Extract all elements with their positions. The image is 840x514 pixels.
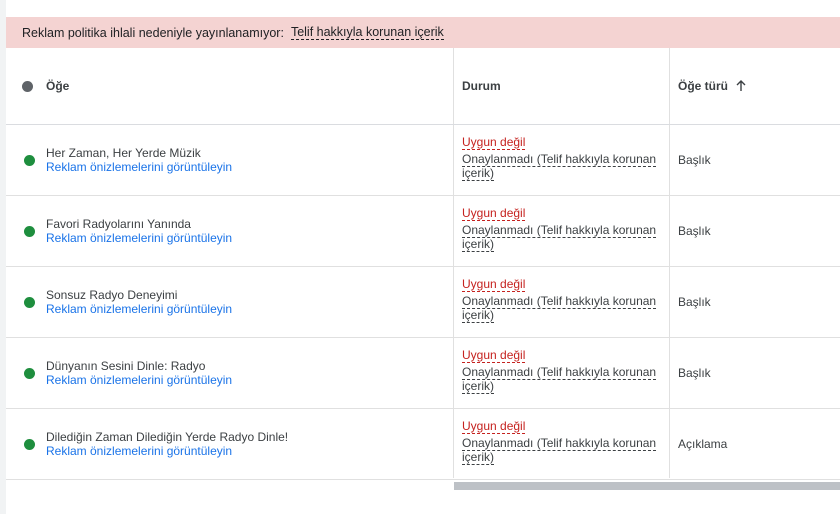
item-name: Dünyanın Sesini Dinle: Radyo — [46, 359, 206, 373]
item-name: Sonsuz Radyo Deneyimi — [46, 288, 178, 302]
preview-link[interactable]: Reklam önizlemelerini görüntüleyin — [46, 444, 232, 458]
item-cell: Sonsuz Radyo Deneyimi Reklam önizlemeler… — [22, 267, 452, 337]
column-header-status-label: Durum — [462, 79, 501, 93]
table-row: Her Zaman, Her Yerde Müzik Reklam önizle… — [6, 125, 840, 196]
item-cell: Favori Radyolarını Yanında Reklam önizle… — [22, 196, 452, 266]
column-header-item-type-label: Öğe türü — [678, 79, 728, 93]
preview-link[interactable]: Reklam önizlemelerini görüntüleyin — [46, 373, 232, 387]
table-row: Dünyanın Sesini Dinle: Radyo Reklam öniz… — [6, 338, 840, 409]
status-cell: Uygun değil Onaylanmadı (Telif hakkıyla … — [462, 267, 667, 337]
column-header-item-type[interactable]: Öğe türü — [678, 48, 748, 124]
status-text[interactable]: Uygun değil — [462, 277, 526, 292]
table-header: Öğe Durum Öğe türü — [6, 48, 840, 125]
item-type: Açıklama — [678, 437, 728, 451]
type-cell: Açıklama — [678, 409, 838, 479]
arrow-up-icon[interactable] — [734, 79, 748, 93]
item-cell: Dünyanın Sesini Dinle: Radyo Reklam öniz… — [22, 338, 452, 408]
status-dot-icon — [24, 155, 35, 166]
preview-link[interactable]: Reklam önizlemelerini görüntüleyin — [46, 160, 232, 174]
item-type: Başlık — [678, 224, 711, 238]
status-reason[interactable]: Onaylanmadı (Telif hakkıyla korunan içer… — [462, 223, 657, 252]
status-dot-icon — [24, 368, 35, 379]
item-type: Başlık — [678, 366, 711, 380]
preview-link[interactable]: Reklam önizlemelerini görüntüleyin — [46, 231, 232, 245]
policy-violation-banner: Reklam politika ihlali nedeniyle yayınla… — [6, 17, 840, 48]
status-dot-icon — [24, 226, 35, 237]
column-header-item[interactable]: Öğe — [22, 48, 69, 124]
item-cell: Her Zaman, Her Yerde Müzik Reklam önizle… — [22, 125, 452, 195]
status-cell: Uygun değil Onaylanmadı (Telif hakkıyla … — [462, 196, 667, 266]
item-name: Dilediğin Zaman Dilediğin Yerde Radyo Di… — [46, 430, 289, 444]
status-text[interactable]: Uygun değil — [462, 348, 526, 363]
status-dot-icon — [24, 439, 35, 450]
status-cell: Uygun değil Onaylanmadı (Telif hakkıyla … — [462, 125, 667, 195]
item-type: Başlık — [678, 295, 711, 309]
status-reason[interactable]: Onaylanmadı (Telif hakkıyla korunan içer… — [462, 152, 657, 181]
status-reason[interactable]: Onaylanmadı (Telif hakkıyla korunan içer… — [462, 365, 657, 394]
item-type: Başlık — [678, 153, 711, 167]
item-cell: Dilediğin Zaman Dilediğin Yerde Radyo Di… — [22, 409, 452, 479]
status-dot-icon — [22, 80, 33, 92]
assets-table: Öğe Durum Öğe türü Her Zaman, Her Yerde … — [6, 48, 840, 480]
status-text[interactable]: Uygun değil — [462, 135, 526, 150]
status-dot-icon — [24, 297, 35, 308]
status-cell: Uygun değil Onaylanmadı (Telif hakkıyla … — [462, 409, 667, 479]
banner-policy-link[interactable]: Telif hakkıyla korunan içerik — [290, 25, 444, 40]
table-row: Favori Radyolarını Yanında Reklam önizle… — [6, 196, 840, 267]
type-cell: Başlık — [678, 196, 838, 266]
item-name: Her Zaman, Her Yerde Müzik — [46, 146, 201, 160]
table-row: Sonsuz Radyo Deneyimi Reklam önizlemeler… — [6, 267, 840, 338]
status-reason[interactable]: Onaylanmadı (Telif hakkıyla korunan içer… — [462, 436, 657, 465]
status-cell: Uygun değil Onaylanmadı (Telif hakkıyla … — [462, 338, 667, 408]
type-cell: Başlık — [678, 267, 838, 337]
type-cell: Başlık — [678, 125, 838, 195]
status-reason[interactable]: Onaylanmadı (Telif hakkıyla korunan içer… — [462, 294, 657, 323]
column-header-status[interactable]: Durum — [462, 48, 501, 124]
item-name: Favori Radyolarını Yanında — [46, 217, 191, 231]
banner-text: Reklam politika ihlali nedeniyle yayınla… — [22, 25, 284, 40]
preview-link[interactable]: Reklam önizlemelerini görüntüleyin — [46, 302, 232, 316]
table-row: Dilediğin Zaman Dilediğin Yerde Radyo Di… — [6, 409, 840, 480]
horizontal-scrollbar[interactable] — [454, 482, 840, 490]
type-cell: Başlık — [678, 338, 838, 408]
status-text[interactable]: Uygun değil — [462, 419, 526, 434]
column-header-item-label: Öğe — [46, 79, 70, 93]
status-text[interactable]: Uygun değil — [462, 206, 526, 221]
